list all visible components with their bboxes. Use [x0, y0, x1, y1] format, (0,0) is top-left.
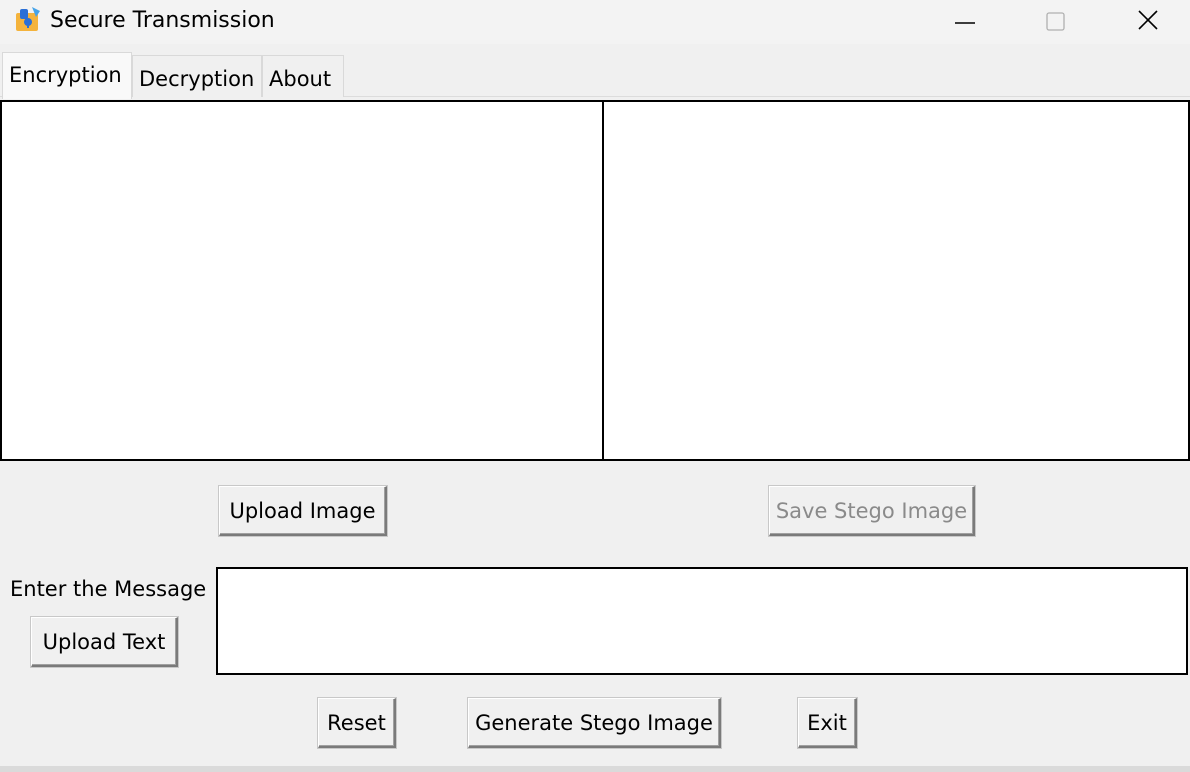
- app-lock-icon: [14, 5, 42, 33]
- reset-button[interactable]: Reset: [318, 698, 396, 748]
- save-stego-image-button[interactable]: Save Stego Image: [769, 486, 975, 536]
- tab-encryption[interactable]: Encryption: [2, 52, 132, 99]
- message-textbox[interactable]: [216, 567, 1188, 675]
- tab-decryption[interactable]: Decryption: [132, 55, 262, 97]
- tab-about[interactable]: About: [262, 55, 344, 97]
- close-button[interactable]: [1118, 0, 1178, 40]
- message-label: Enter the Message: [10, 577, 207, 601]
- minimize-button[interactable]: [935, 0, 995, 40]
- tab-bar: Encryption Decryption About: [0, 50, 1190, 99]
- exit-button[interactable]: Exit: [798, 698, 857, 748]
- title-bar: Secure Transmission: [0, 0, 1190, 44]
- minimize-icon: [955, 22, 975, 24]
- window-bottom-border: [0, 766, 1190, 772]
- close-icon: [1138, 10, 1158, 30]
- upload-image-button[interactable]: Upload Image: [219, 486, 387, 536]
- window-title: Secure Transmission: [50, 8, 275, 33]
- stego-image-canvas: [602, 100, 1190, 461]
- upload-text-button[interactable]: Upload Text: [31, 617, 178, 667]
- maximize-icon: [1046, 12, 1065, 31]
- generate-stego-image-button[interactable]: Generate Stego Image: [468, 698, 721, 748]
- cover-image-canvas: [0, 100, 605, 461]
- maximize-button[interactable]: [1026, 0, 1086, 40]
